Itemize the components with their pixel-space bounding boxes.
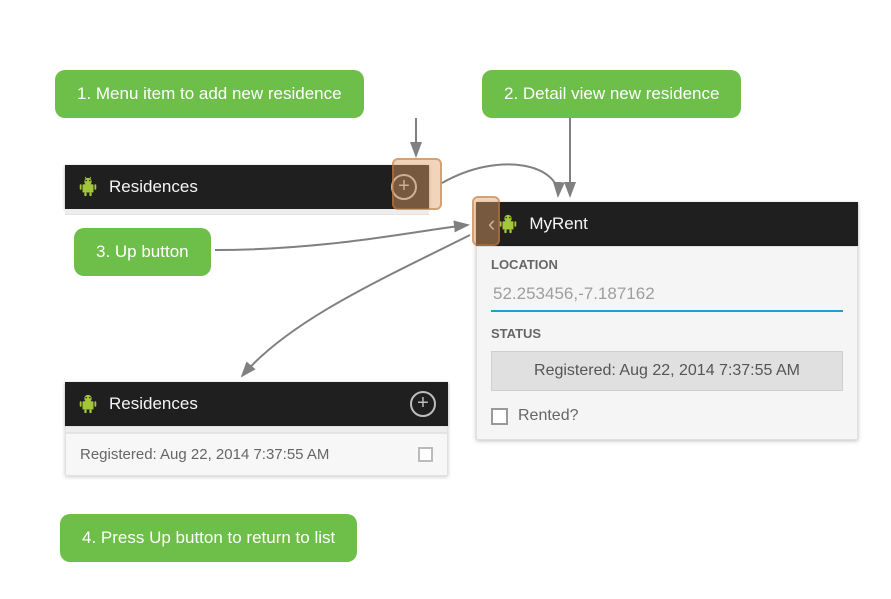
list-item-checkbox[interactable] — [418, 447, 433, 462]
location-label: LOCATION — [477, 247, 857, 276]
screen3-title: Residences — [109, 394, 410, 414]
screen1-actionbar: Residences + — [65, 165, 429, 209]
screen1-title: Residences — [109, 177, 391, 197]
callout-2: 2. Detail view new residence — [482, 70, 741, 118]
screen2-title: MyRent — [529, 214, 846, 234]
rented-row[interactable]: Rented? — [477, 397, 857, 439]
android-icon — [77, 176, 99, 198]
screen2-detail-panel: LOCATION STATUS Registered: Aug 22, 2014… — [476, 246, 858, 440]
screen2-actionbar: ‹ MyRent — [476, 202, 858, 246]
rented-checkbox[interactable] — [491, 408, 508, 425]
up-button[interactable]: ‹ — [488, 213, 495, 235]
list-item[interactable]: Registered: Aug 22, 2014 7:37:55 AM — [66, 433, 447, 475]
status-button[interactable]: Registered: Aug 22, 2014 7:37:55 AM — [491, 351, 843, 391]
location-input[interactable] — [491, 280, 843, 312]
android-icon — [77, 393, 99, 415]
screen3-actionbar: Residences + — [65, 382, 448, 426]
status-label: STATUS — [477, 320, 857, 345]
android-icon — [497, 213, 519, 235]
add-residence-button[interactable]: + — [391, 174, 417, 200]
screen3-list: Registered: Aug 22, 2014 7:37:55 AM — [65, 426, 448, 476]
callout-3: 3. Up button — [74, 228, 211, 276]
list-item-text: Registered: Aug 22, 2014 7:37:55 AM — [80, 446, 329, 463]
rented-label: Rented? — [518, 407, 579, 425]
callout-1: 1. Menu item to add new residence — [55, 70, 364, 118]
add-residence-button[interactable]: + — [410, 391, 436, 417]
callout-4: 4. Press Up button to return to list — [60, 514, 357, 562]
screen1-body — [65, 209, 429, 215]
